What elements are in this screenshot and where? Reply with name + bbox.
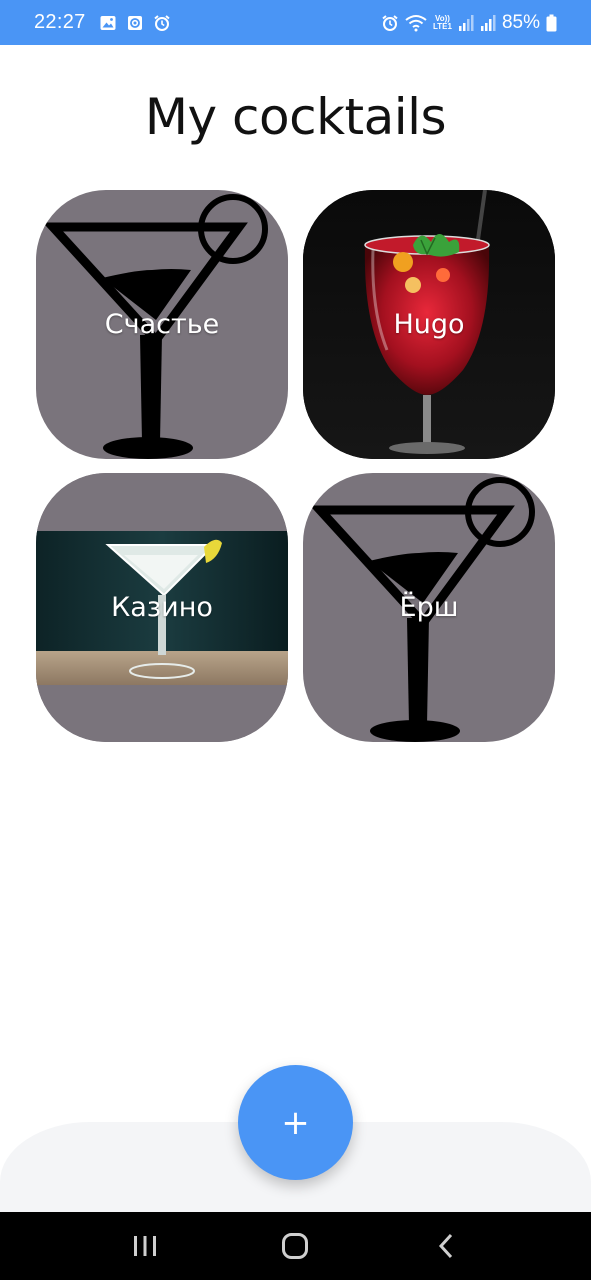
signal-icon xyxy=(458,14,474,31)
home-button[interactable] xyxy=(270,1221,320,1271)
signal-icon xyxy=(480,14,496,31)
cocktail-name: Hugo xyxy=(393,309,465,340)
status-time: 22:27 xyxy=(34,11,86,33)
app-screen: 22:27 Vo)) LTE1 85% My cocktails Счастье… xyxy=(0,0,591,1280)
cocktail-card[interactable]: Казино xyxy=(36,473,288,742)
alarm-icon xyxy=(153,14,170,31)
home-icon xyxy=(282,1233,309,1259)
cocktail-name: Ёрш xyxy=(399,592,459,623)
battery-icon xyxy=(546,14,557,31)
recent-apps-icon xyxy=(134,1236,157,1256)
status-left: 22:27 xyxy=(34,11,171,34)
sync-icon xyxy=(127,15,142,30)
add-icon: + xyxy=(281,1102,310,1143)
status-right: Vo)) LTE1 85% xyxy=(381,12,557,34)
add-cocktail-button[interactable]: + xyxy=(238,1065,353,1180)
recent-apps-button[interactable] xyxy=(120,1221,170,1271)
cocktail-card[interactable]: Hugo xyxy=(303,190,555,459)
page-title: My cocktails xyxy=(144,88,447,146)
cocktail-name: Казино xyxy=(111,592,213,623)
back-button[interactable] xyxy=(421,1221,471,1271)
status-bar: 22:27 Vo)) LTE1 85% xyxy=(0,0,591,45)
wifi-icon xyxy=(405,14,427,31)
cocktail-card[interactable]: Ёрш xyxy=(303,473,555,742)
back-icon xyxy=(438,1233,452,1259)
cocktail-card[interactable]: Счастье xyxy=(36,190,288,459)
alarm-icon xyxy=(382,14,398,31)
image-icon xyxy=(100,15,116,30)
lte-icon: Vo)) LTE1 xyxy=(433,13,452,31)
system-nav-bar xyxy=(0,1212,591,1280)
cocktail-name: Счастье xyxy=(104,309,220,340)
battery-percent: 85% xyxy=(501,11,540,33)
